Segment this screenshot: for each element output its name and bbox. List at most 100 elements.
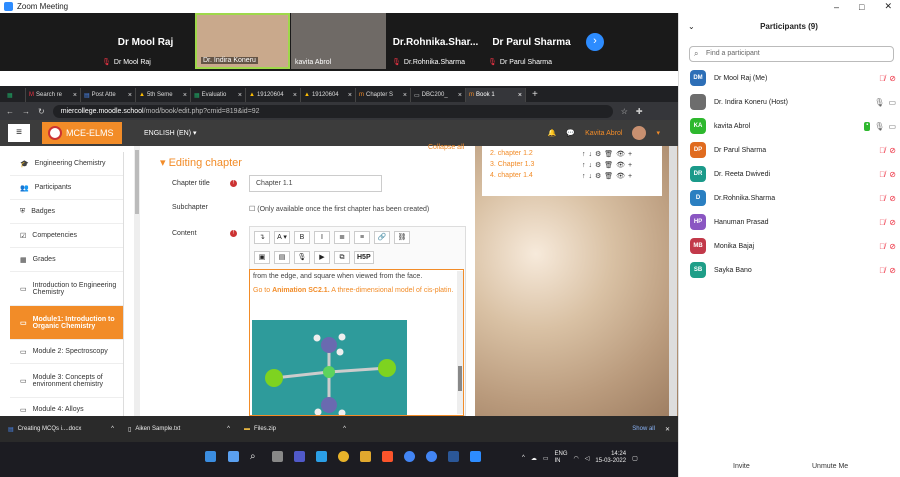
browser-tab[interactable]: m Chapter S × [356,88,411,102]
clock[interactable]: 14:24 15-03-2022 [595,451,626,465]
bell-icon[interactable]: 🔔 [548,129,557,137]
back-icon[interactable]: ← [6,107,14,116]
browser-tab-active[interactable]: m Book 1 × [466,88,526,102]
menu-toggle-button[interactable]: ≡ [8,124,30,142]
task-view-icon[interactable] [272,451,283,462]
gallery-next-button[interactable]: › [586,33,604,51]
start-icon[interactable] [228,451,239,462]
url-field[interactable]: miercollege.moodle.school/mod/book/edit.… [52,104,613,118]
browser-tab[interactable]: ▦ Evaluatio × [191,88,246,102]
notification-icon[interactable]: ▢ [632,455,638,462]
sidebar-item-section[interactable]: ▭ Introduction to Engineering Chemistry [10,272,123,306]
teams-icon[interactable] [294,451,305,462]
chapter-title-input[interactable]: Chapter 1.1 [249,175,382,192]
sidebar-item-grades[interactable]: ▦ Grades [10,248,123,272]
chapter-actions[interactable]: ↑↓⚙🗑👁+ [582,150,635,158]
page-scrollbar[interactable] [669,146,677,416]
chevron-up-icon[interactable]: ^ [343,426,352,432]
editor-manage-files-button[interactable]: ⧉ [334,251,350,264]
star-icon[interactable]: ☆ [621,107,628,116]
participant-row[interactable]: DR Dr. Reeta Dwivedi 🎙̸ ⊘ [690,164,896,184]
participant-row[interactable]: SB Sayka Bano 🎙̸ ⊘ [690,260,896,280]
chapter-actions[interactable]: ↑↓⚙🗑👁+ [582,161,635,169]
editor-media-button[interactable]: ▤ [274,251,290,264]
editor-bullet-list-button[interactable]: ≣ [334,231,350,244]
file-explorer-icon[interactable] [360,451,371,462]
editor-content-area[interactable]: from the edge, and square when viewed fr… [249,269,464,416]
editor-link-button[interactable]: 🔗 [374,231,390,244]
participant-row[interactable]: DM Dr Mool Raj (Me) 🎙̸ ⊘ [690,68,896,88]
chapter-actions[interactable]: ↑↓⚙🗑👁+ [582,172,635,180]
chrome-active-icon[interactable] [426,451,437,462]
close-tab-icon[interactable]: × [73,92,77,99]
volume-icon[interactable]: ◁ [585,455,590,462]
video-tile[interactable]: Dr.Rohnika.Shar... 🎙 Dr.Rohnika.Sharma [388,13,483,69]
close-tab-icon[interactable]: × [238,92,242,99]
subchapter-checkbox[interactable]: ☐ [249,206,257,213]
editor-unlink-button[interactable]: ⛓ [394,231,410,244]
search-icon[interactable]: ⌕ [250,451,261,462]
forward-icon[interactable]: → [22,107,30,116]
collapse-caret-icon[interactable]: ▾ [160,157,169,169]
tray-chevron-icon[interactable]: ^ [522,455,525,461]
editor-font-style-button[interactable]: A ▾ [274,231,290,244]
browser-tab[interactable]: ▤ Post Atte × [81,88,136,102]
close-downloads-icon[interactable]: ✕ [665,426,678,433]
sidebar-item-badges[interactable]: ⛨ Badges [10,200,123,224]
reload-icon[interactable]: ↻ [38,107,45,116]
browser-tab[interactable]: ▲ 19120604 × [246,88,301,102]
editor-number-list-button[interactable]: ≡ [354,231,370,244]
close-tab-icon[interactable]: × [458,92,462,99]
word-icon[interactable] [448,451,459,462]
editor-record-audio-button[interactable]: 🎙 [294,251,310,264]
sidebar-scrollbar[interactable] [134,146,140,416]
chevron-up-icon[interactable]: ^ [227,426,236,432]
avatar[interactable] [632,126,647,140]
participant-row[interactable]: Dr. Indira Koneru (Host) 🎙 ▭ [690,92,896,112]
close-tab-icon[interactable]: × [348,92,352,99]
toc-chapter-link[interactable]: 2. chapter 1.2 [490,150,533,157]
video-tile[interactable]: kavita Abrol [291,13,386,69]
animation-link[interactable]: Animation SC2.1. [272,287,330,294]
sidebar-item-section[interactable]: ▭ Module 2: Spectroscopy [10,340,123,364]
new-tab-button[interactable]: + [526,88,544,102]
participant-search-input[interactable]: ⌕ Find a participant [689,46,894,62]
close-tab-icon[interactable]: × [128,92,132,99]
chrome-profile-icon[interactable] [404,451,415,462]
chevron-up-icon[interactable]: ^ [111,426,120,432]
brave-icon[interactable] [382,451,393,462]
unmute-me-button[interactable]: Unmute Me [812,463,848,475]
close-tab-icon[interactable]: × [403,92,407,99]
browser-tab[interactable]: ▲ 19120604 × [301,88,356,102]
battery-icon[interactable]: ▭ [543,455,549,462]
sidebar-item-section[interactable]: ▭ Module 4: Alloys [10,398,123,416]
site-brand[interactable]: MCE-ELMS [42,122,122,144]
video-tile[interactable]: Dr Mool Raj 🎙 Dr Mool Raj [98,13,193,69]
editor-h5p-button[interactable]: H5P [354,251,374,264]
collapse-all-link[interactable]: Collapse all [428,144,464,151]
minimize-button[interactable]: – [834,2,839,12]
download-item[interactable]: ▤ Creating MCQs i....docx ^ [0,426,120,433]
browser-tab[interactable]: ▭ DBC200_ × [411,88,466,102]
sidebar-item-section-active[interactable]: ▭ Module1: Introduction to Organic Chemis… [10,306,123,340]
show-all-downloads-link[interactable]: Show all [632,426,665,432]
language-menu[interactable]: ENGLISH (EN) ▾ [144,129,197,137]
sidebar-item-participants[interactable]: 👥 Participants [10,176,123,200]
sidebar-item-competencies[interactable]: ☑ Competencies [10,224,123,248]
participant-row[interactable]: MB Monika Bajaj 🎙̸ ⊘ [690,236,896,256]
close-tab-icon[interactable]: × [293,92,297,99]
windows-start-icon[interactable] [205,451,216,462]
sidebar-item-course[interactable]: 🎓 Engineering Chemistry [10,152,123,176]
editor-bold-button[interactable]: B [294,231,310,244]
cloud-icon[interactable]: ☁ [531,455,537,462]
maximize-button[interactable]: □ [859,2,864,12]
participant-row[interactable]: HP Hanuman Prasad 🎙̸ ⊘ [690,212,896,232]
zoom-icon[interactable] [470,451,481,462]
editor-scrollbar[interactable] [457,271,463,414]
vscode-icon[interactable] [316,451,327,462]
invite-button[interactable]: Invite [733,463,750,475]
download-item[interactable]: ▯ Aiken Sample.txt ^ [120,426,236,433]
browser-tab[interactable]: M Search re × [26,88,81,102]
close-tab-icon[interactable]: × [518,92,522,99]
chat-icon[interactable]: 💬 [566,129,575,137]
